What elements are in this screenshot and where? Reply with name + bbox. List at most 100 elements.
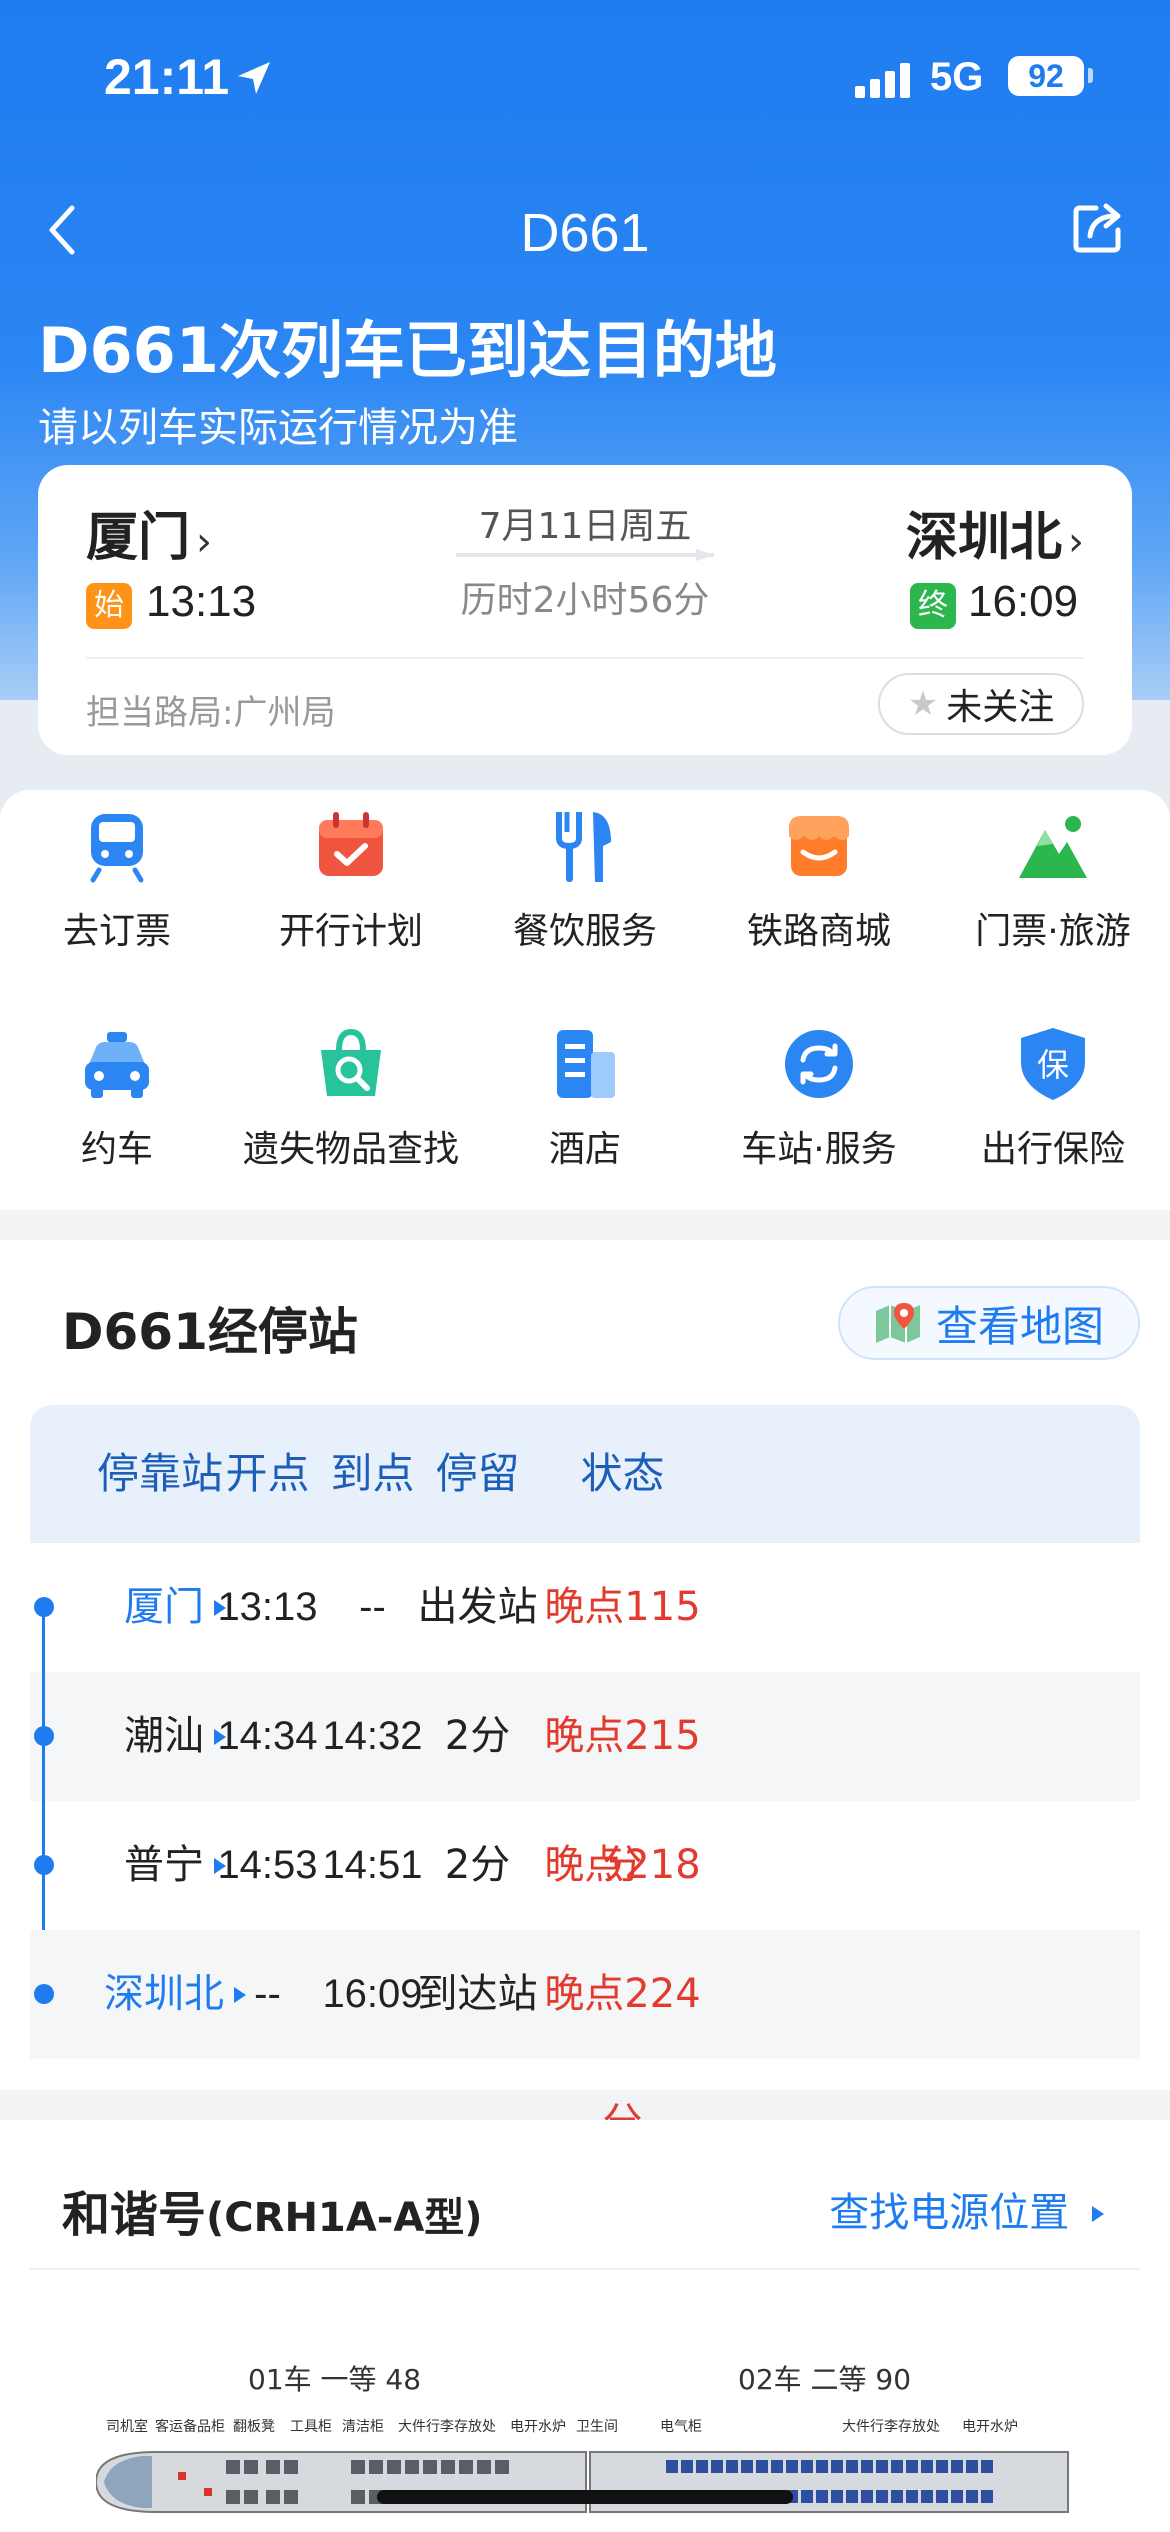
car-01-label: 01车 一等 48 bbox=[248, 2363, 422, 2396]
arrival-time: 16:09 bbox=[968, 577, 1079, 626]
service-label: 去订票 bbox=[62, 911, 171, 952]
end-badge: 终 bbox=[910, 583, 956, 629]
stay-duration: 出发站 bbox=[417, 1584, 538, 1630]
stay-duration: 到达站 bbox=[417, 1971, 538, 2017]
car-02-label: 02车 二等 90 bbox=[738, 2363, 912, 2396]
network-type: 5G bbox=[930, 55, 984, 99]
note-luggage-storage: 大件行李存放处 bbox=[398, 2419, 496, 2435]
car-icon bbox=[85, 1032, 149, 1098]
service-ride[interactable]: 约车 bbox=[0, 1008, 234, 1208]
map-pin-icon bbox=[875, 1303, 920, 1343]
service-label: 车站·服务 bbox=[741, 1129, 897, 1170]
lost-found-icon bbox=[321, 1028, 381, 1096]
home-indicator bbox=[377, 2490, 793, 2504]
journey-card: 厦门 › 7月11日周五 历时2小时56分 深圳北 › 始 13:13 终 16:0… bbox=[38, 465, 1132, 755]
calendar-icon bbox=[319, 812, 383, 876]
table-row[interactable]: 潮汕 14:34 14:32 2分 晚点215分 bbox=[30, 1672, 1140, 1888]
departure-time: 13:13 bbox=[146, 577, 257, 626]
service-label: 餐饮服务 bbox=[512, 911, 657, 952]
service-label: 出行保险 bbox=[980, 1129, 1125, 1170]
shop-icon bbox=[789, 816, 849, 876]
timeline-dot bbox=[34, 1597, 54, 1617]
service-insurance[interactable]: 保 出行保险 bbox=[936, 1008, 1170, 1208]
direction-arrow-icon bbox=[456, 553, 714, 557]
follow-label: 未关注 bbox=[946, 687, 1055, 728]
hotel-icon bbox=[557, 1030, 615, 1098]
start-badge: 始 bbox=[86, 583, 132, 629]
divider bbox=[30, 2268, 1140, 2270]
destination-station[interactable]: 深圳北 › bbox=[906, 495, 1084, 570]
note-water-boiler: 电开水炉 bbox=[510, 2419, 566, 2435]
column-header-stay: 停留 bbox=[435, 1449, 520, 1498]
railway-bureau: 担当路局:广州局 bbox=[86, 693, 336, 733]
stay-duration: 2分 bbox=[444, 1842, 511, 1888]
stay-duration: 2分 bbox=[444, 1713, 511, 1759]
caret-right-icon bbox=[1092, 2206, 1104, 2222]
table-row[interactable]: 普宁 14:53 14:51 2分 晚点218分 bbox=[30, 1801, 1140, 2017]
note-toilet: 卫生间 bbox=[576, 2419, 618, 2435]
note-tool-cabinet: 工具柜 bbox=[290, 2419, 332, 2435]
signal-icon bbox=[855, 62, 915, 98]
arrival-subline: 请以列车实际运行情况为准 bbox=[38, 405, 518, 451]
delay-status: 晚点218分 bbox=[544, 1842, 701, 2017]
train-seat-diagram bbox=[96, 2451, 1069, 2513]
nav-bar: D661 bbox=[0, 180, 1170, 280]
note-water-boiler-2: 电开水炉 bbox=[962, 2419, 1018, 2435]
delay-status: 晚点215分 bbox=[544, 1713, 701, 1888]
service-label: 约车 bbox=[80, 1129, 153, 1170]
location-arrow-icon bbox=[238, 62, 270, 94]
train-ticket-icon bbox=[90, 814, 144, 883]
service-hotel[interactable]: 酒店 bbox=[468, 1008, 702, 1208]
battery-icon: 92 bbox=[1008, 56, 1084, 96]
divider bbox=[86, 657, 1084, 659]
share-icon[interactable] bbox=[1070, 198, 1128, 256]
table-row[interactable]: 厦门 13:13 -- 出发站 晚点115分 bbox=[30, 1543, 1140, 1759]
note-folding-seat: 翻板凳 bbox=[233, 2419, 275, 2435]
dining-icon bbox=[556, 812, 611, 882]
service-lost-found[interactable]: 遗失物品查找 bbox=[234, 1008, 468, 1208]
stops-title: D661经停站 bbox=[62, 1303, 358, 1361]
mountain-icon bbox=[1019, 816, 1087, 878]
note-electric-cabinet: 电气柜 bbox=[660, 2419, 702, 2435]
view-map-button[interactable]: 查看地图 bbox=[838, 1286, 1140, 1360]
service-station[interactable]: 车站·服务 bbox=[702, 1008, 936, 1208]
service-tourism[interactable]: 门票·旅游 bbox=[936, 790, 1170, 990]
service-label: 酒店 bbox=[548, 1129, 621, 1170]
stops-table: 停靠站 开点 到点 停留 状态 厦门 13:13 -- 出发站 晚点115分 潮… bbox=[30, 1405, 1140, 2146]
chevron-right-icon: › bbox=[1068, 519, 1084, 565]
follow-button[interactable]: ★ 未关注 bbox=[878, 673, 1084, 735]
insurance-icon: 保 bbox=[1021, 1028, 1085, 1100]
arrival-headline: D661次列车已到达目的地 bbox=[38, 314, 777, 387]
service-label: 铁路商城 bbox=[746, 911, 891, 952]
battery-tip bbox=[1088, 68, 1093, 83]
service-label: 门票·旅游 bbox=[975, 911, 1131, 952]
service-label: 开行计划 bbox=[278, 911, 423, 952]
view-map-label: 查看地图 bbox=[935, 1301, 1104, 1351]
note-cleaning-cabinet: 清洁柜 bbox=[342, 2419, 384, 2435]
destination-station-name: 深圳北 bbox=[905, 508, 1062, 568]
service-label: 遗失物品查找 bbox=[242, 1129, 459, 1170]
timeline-dot bbox=[34, 1984, 54, 2004]
service-schedule[interactable]: 开行计划 bbox=[234, 790, 468, 990]
delay-status: 晚点224分 bbox=[544, 1971, 701, 2146]
column-header-status: 状态 bbox=[580, 1449, 665, 1498]
train-model: (CRH1A-A型) bbox=[206, 2195, 483, 2241]
find-power-outlet-link[interactable]: 查找电源位置 bbox=[829, 2180, 1104, 2238]
station-service-icon bbox=[785, 1030, 853, 1098]
train-type-title: 和谐号(CRH1A-A型) bbox=[62, 2187, 483, 2243]
clock: 21:11 bbox=[104, 49, 230, 105]
services-grid: 去订票 开行计划 餐饮服务 铁路商城 门票·旅游 约车 遗失物品查找 酒店 车站… bbox=[0, 790, 1170, 1210]
service-book-ticket[interactable]: 去订票 bbox=[0, 790, 234, 990]
note-driver-cab: 司机室 bbox=[106, 2419, 148, 2435]
status-bar: 21:11 5G 92 bbox=[0, 0, 1170, 150]
service-shop[interactable]: 铁路商城 bbox=[702, 790, 936, 990]
service-dining[interactable]: 餐饮服务 bbox=[468, 790, 702, 990]
train-type-section: 和谐号(CRH1A-A型) 查找电源位置 01车 一等 48 02车 二等 90… bbox=[0, 2120, 1170, 2532]
timeline-dot bbox=[34, 1855, 54, 1875]
table-row[interactable]: 深圳北 -- 16:09 到达站 晚点224分 bbox=[30, 1930, 1140, 2146]
star-icon: ★ bbox=[907, 684, 939, 724]
delay-status: 晚点115分 bbox=[544, 1584, 701, 1759]
stops-section: D661经停站 查看地图 停靠站 开点 到点 停留 状态 厦门 13:13 --… bbox=[0, 1240, 1170, 2146]
timeline-line bbox=[42, 1600, 45, 1930]
note-luggage-storage-2: 大件行李存放处 bbox=[842, 2419, 940, 2435]
